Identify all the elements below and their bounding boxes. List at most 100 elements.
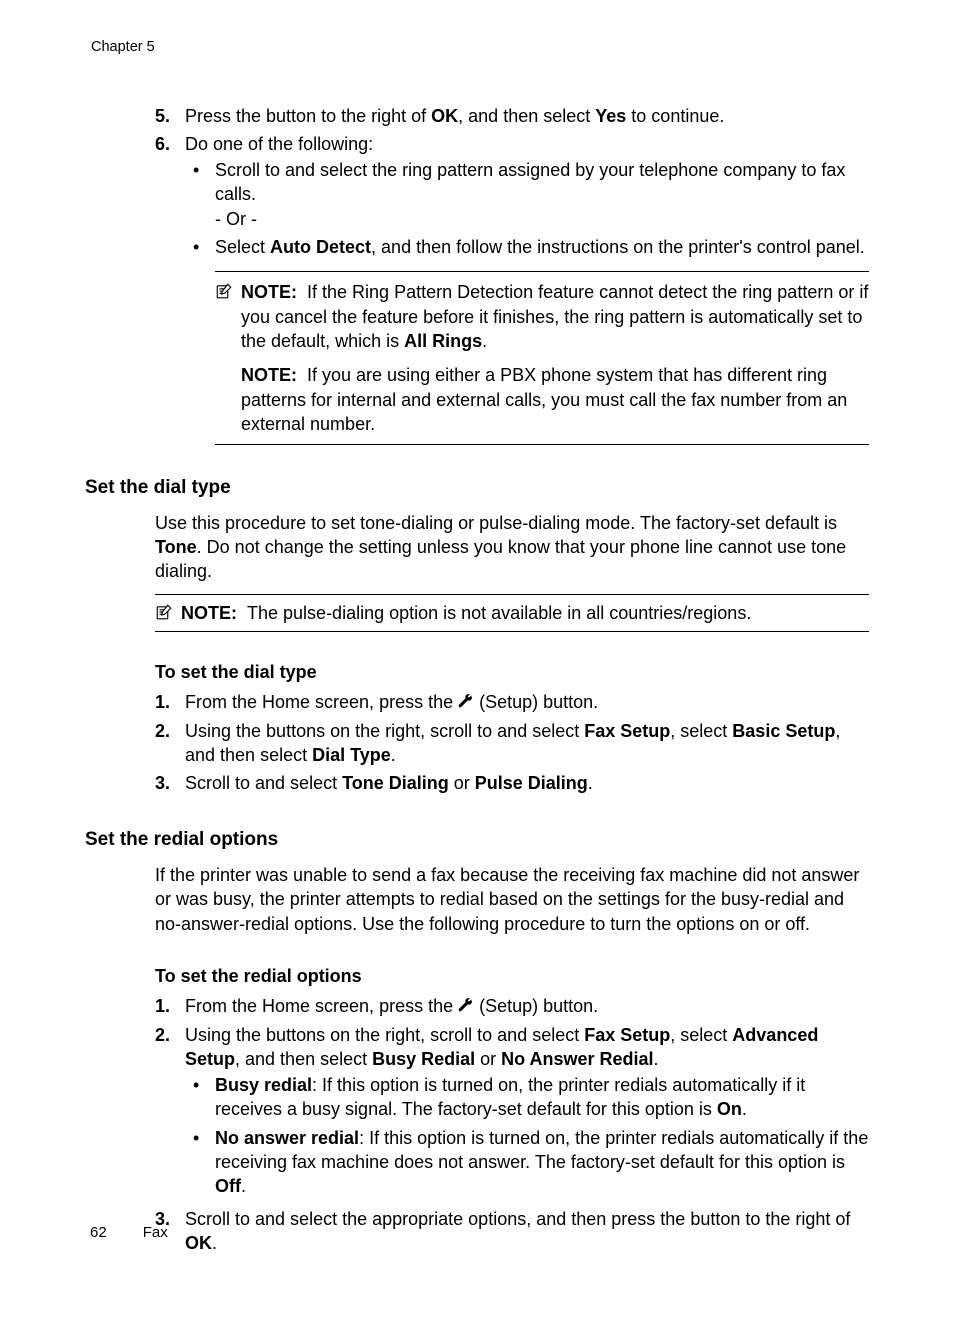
- paragraph: If the printer was unable to send a fax …: [155, 863, 869, 936]
- list-item: 5. Press the button to the right of OK, …: [155, 104, 869, 128]
- text: (Setup) button.: [474, 692, 598, 712]
- bullet-list: • Busy redial: If this option is turned …: [185, 1073, 869, 1198]
- note-paragraph: NOTE: If the Ring Pattern Detection feat…: [241, 280, 869, 353]
- text: If you are using either a PBX phone syst…: [241, 365, 847, 434]
- wrench-icon: [458, 998, 474, 1014]
- text-bold: All Rings: [404, 331, 482, 351]
- item-body: Using the buttons on the right, scroll t…: [185, 1023, 869, 1203]
- text: Use this procedure to set tone-dialing o…: [155, 513, 837, 533]
- ordered-list-dial: 1. From the Home screen, press the (Setu…: [155, 690, 869, 795]
- item-number: 5.: [155, 104, 185, 128]
- note-paragraph: NOTE: If you are using either a PBX phon…: [241, 363, 869, 436]
- text: .: [212, 1233, 217, 1253]
- text: or: [475, 1049, 501, 1069]
- text-bold: Yes: [595, 106, 626, 126]
- bullet: •: [185, 1073, 215, 1122]
- text: - Or -: [215, 207, 869, 231]
- text: Scroll to and select the ring pattern as…: [215, 158, 869, 207]
- item-body: Scroll to and select Tone Dialing or Pul…: [185, 771, 869, 795]
- note-icon-column: [155, 601, 181, 625]
- text: Scroll to and select: [185, 773, 342, 793]
- note-label: NOTE:: [241, 282, 297, 302]
- list-item: 6. Do one of the following: • Scroll to …: [155, 132, 869, 445]
- heading-set-dial-type: Set the dial type: [85, 475, 869, 501]
- text: Do one of the following:: [185, 132, 869, 156]
- item-body: Busy redial: If this option is turned on…: [215, 1073, 869, 1122]
- bullet: •: [185, 235, 215, 259]
- heading-set-redial-options: Set the redial options: [85, 827, 869, 853]
- procedure-title: To set the dial type: [155, 660, 869, 684]
- text: Select: [215, 237, 270, 257]
- note-block: NOTE: The pulse-dialing option is not av…: [155, 594, 869, 632]
- text: If the Ring Pattern Detection feature ca…: [241, 282, 868, 351]
- page-footer: 62Fax: [90, 1223, 168, 1243]
- item-body: Press the button to the right of OK, and…: [185, 104, 869, 128]
- text: to continue.: [626, 106, 724, 126]
- text-bold: Dial Type: [312, 745, 391, 765]
- text-bold: Off: [215, 1176, 241, 1196]
- item-body: Do one of the following: • Scroll to and…: [185, 132, 869, 445]
- text: .: [482, 331, 487, 351]
- bullet-list: • Scroll to and select the ring pattern …: [185, 158, 869, 259]
- text-bold: Tone Dialing: [342, 773, 449, 793]
- page-number: 62: [90, 1224, 107, 1241]
- text-bold: Busy redial: [215, 1075, 312, 1095]
- text: or: [449, 773, 475, 793]
- text: , and then select: [235, 1049, 372, 1069]
- text: , select: [670, 721, 732, 741]
- list-item: 2. Using the buttons on the right, scrol…: [155, 1023, 869, 1203]
- text-bold: Basic Setup: [732, 721, 835, 741]
- item-body: Scroll to and select the ring pattern as…: [215, 158, 869, 231]
- chapter-header: Chapter 5: [91, 38, 869, 58]
- text: From the Home screen, press the: [185, 996, 458, 1016]
- ordered-list-top: 5. Press the button to the right of OK, …: [155, 104, 869, 446]
- list-item: 3. Scroll to and select Tone Dialing or …: [155, 771, 869, 795]
- item-number: 1.: [155, 690, 185, 714]
- note-block: NOTE: If the Ring Pattern Detection feat…: [215, 271, 869, 445]
- list-item: 1. From the Home screen, press the (Setu…: [155, 690, 869, 714]
- ordered-list-redial: 1. From the Home screen, press the (Setu…: [155, 994, 869, 1255]
- text: Using the buttons on the right, scroll t…: [185, 1025, 584, 1045]
- note-label: NOTE:: [181, 603, 237, 623]
- text-bold: Busy Redial: [372, 1049, 475, 1069]
- item-number: 6.: [155, 132, 185, 445]
- text-bold: OK: [431, 106, 458, 126]
- list-item: 1. From the Home screen, press the (Setu…: [155, 994, 869, 1018]
- list-item: • Select Auto Detect, and then follow th…: [185, 235, 869, 259]
- section-dial-type: Use this procedure to set tone-dialing o…: [155, 511, 869, 796]
- text-bold: OK: [185, 1233, 212, 1253]
- text: .: [588, 773, 593, 793]
- note-label: NOTE:: [241, 365, 297, 385]
- item-body: From the Home screen, press the (Setup) …: [185, 690, 869, 714]
- text: .: [241, 1176, 246, 1196]
- text: Press the button to the right of: [185, 106, 431, 126]
- list-item: • Scroll to and select the ring pattern …: [185, 158, 869, 231]
- text-bold: Tone: [155, 537, 197, 557]
- list-item: 2. Using the buttons on the right, scrol…: [155, 719, 869, 768]
- note-row: NOTE: The pulse-dialing option is not av…: [155, 601, 869, 625]
- text: .: [391, 745, 396, 765]
- bullet: •: [185, 158, 215, 231]
- note-text: NOTE: The pulse-dialing option is not av…: [181, 601, 869, 625]
- text: , and then follow the instructions on th…: [371, 237, 865, 257]
- item-number: 2.: [155, 1023, 185, 1203]
- main-content: 5. Press the button to the right of OK, …: [155, 104, 869, 446]
- text-bold: Fax Setup: [584, 721, 670, 741]
- text: (Setup) button.: [474, 996, 598, 1016]
- item-body: Using the buttons on the right, scroll t…: [185, 719, 869, 768]
- text-bold: Auto Detect: [270, 237, 371, 257]
- item-body: No answer redial: If this option is turn…: [215, 1126, 869, 1199]
- text: Using the buttons on the right, scroll t…: [185, 721, 584, 741]
- section-redial-options: If the printer was unable to send a fax …: [155, 863, 869, 1255]
- paragraph: Use this procedure to set tone-dialing o…: [155, 511, 869, 584]
- text: .: [654, 1049, 659, 1069]
- procedure-title: To set the redial options: [155, 964, 869, 988]
- text-bold: No Answer Redial: [501, 1049, 653, 1069]
- note-icon: [215, 282, 241, 300]
- text: Scroll to and select the appropriate opt…: [185, 1209, 850, 1229]
- note-icon-column: [215, 280, 241, 436]
- text-bold: No answer redial: [215, 1128, 359, 1148]
- text: , and then select: [458, 106, 595, 126]
- text-bold: On: [717, 1099, 742, 1119]
- text: , select: [670, 1025, 732, 1045]
